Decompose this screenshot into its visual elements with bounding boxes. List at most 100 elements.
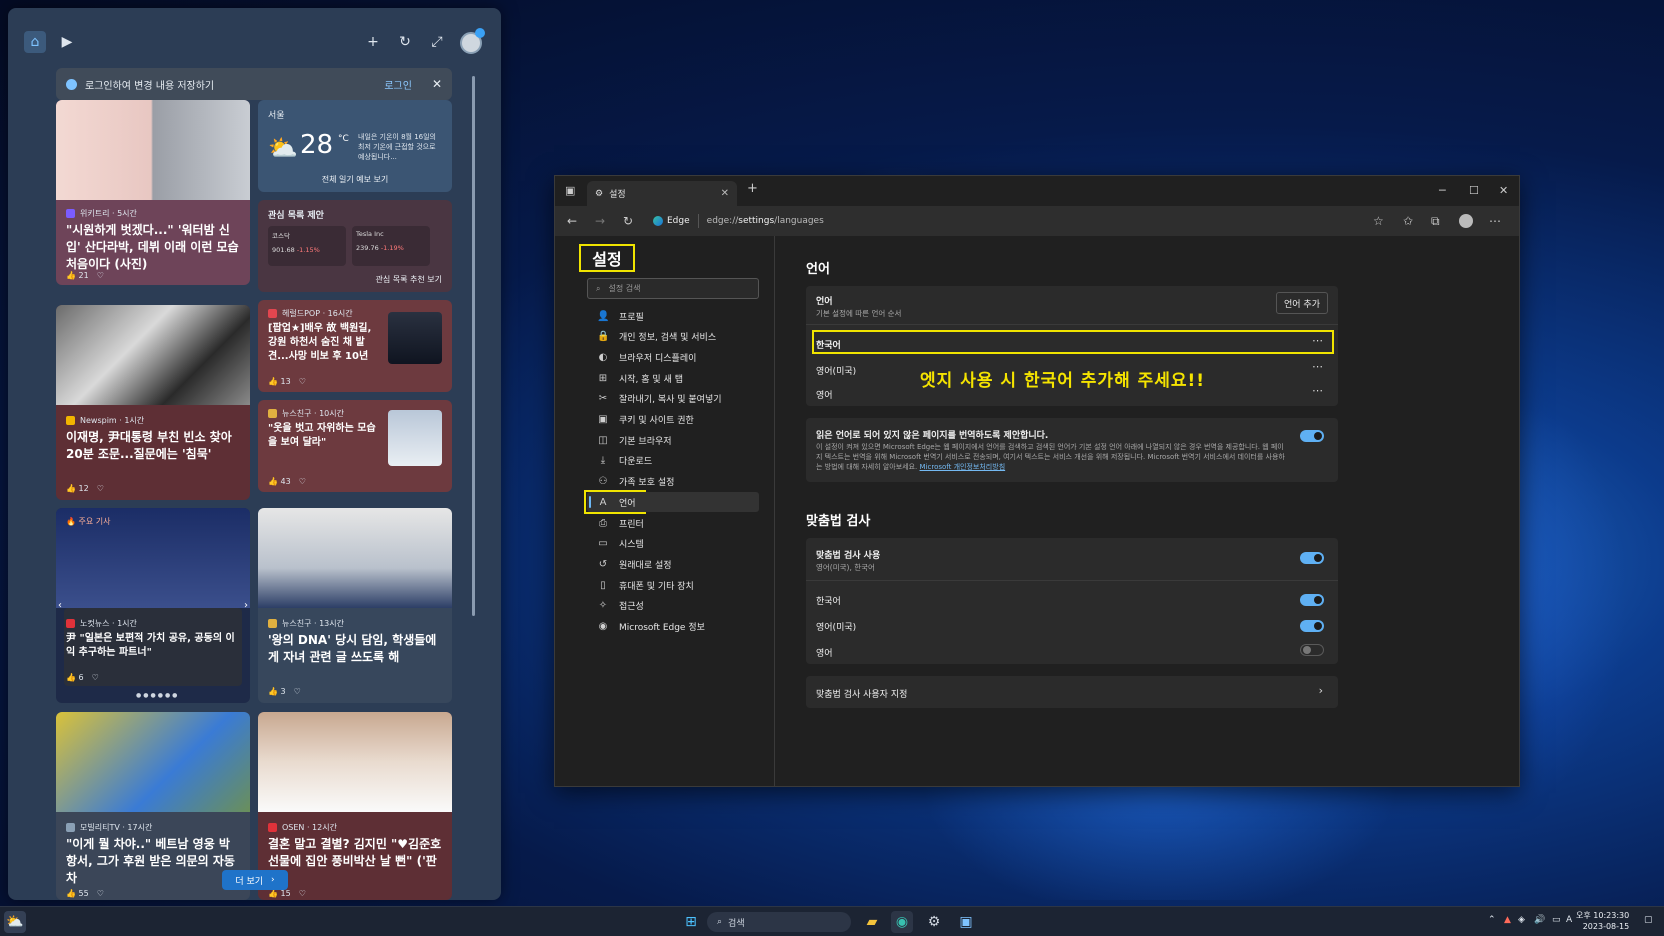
settings-app-icon[interactable]: ⚙ [923,911,945,933]
spellcheck-english-toggle[interactable] [1300,644,1324,656]
watchlist-button[interactable]: 관심 목록 추천 보기 [375,274,442,285]
photos-icon[interactable]: ▣ [955,911,977,933]
forward-icon[interactable]: → [595,214,605,228]
tab-actions-icon[interactable]: ▣ [565,184,575,197]
tray-overflow-icon[interactable]: ⌃ [1488,915,1496,925]
news-card[interactable]: 헤럴드POP · 16시간 [팝업★]배우 故 백원길, 강원 하천서 숨진 채… [258,300,452,392]
sidebar-item[interactable]: A 언어 [587,492,759,513]
new-tab-icon[interactable]: + [747,181,758,196]
privacy-link[interactable]: Microsoft 개인정보처리방침 [920,463,1006,471]
collections-icon[interactable]: ⧉ [1431,214,1440,229]
minimize-icon[interactable]: ─ [1439,184,1446,197]
news-headline[interactable]: "이게 뭘 차야.." 베트남 영웅 박항서, 그가 후원 받은 의문의 자동차 [66,836,240,887]
news-headline[interactable]: "시원하게 벗겠다..." '워터밤 신입' 산다라박, 데뷔 이래 이런 모습… [66,222,240,273]
notification-icon[interactable]: ▢ [1644,915,1653,925]
favorites-icon[interactable]: ✩ [1403,214,1413,228]
add-widget-icon[interactable]: + [362,31,384,53]
carousel-dots[interactable]: ●●●●●● [136,692,179,699]
start-icon[interactable]: ⊞ [680,911,702,933]
video-icon[interactable]: ▶ [56,31,78,53]
clock[interactable]: 오후 10:23:30 2023-08-15 [1576,910,1629,932]
news-headline[interactable]: "옷을 벗고 자위하는 모습을 보여 달라" [268,422,382,450]
spellcheck-korean-toggle[interactable] [1300,594,1324,606]
forecast-button[interactable]: 전체 일기 예보 보기 [258,174,452,185]
file-explorer-icon[interactable]: ▰ [861,911,883,933]
more-menu-icon[interactable]: ⋯ [1489,214,1501,228]
news-headline[interactable]: 이재명, 尹대통령 부친 빈소 찾아 20분 조문...질문에는 '침묵' [66,429,240,463]
sidebar-item[interactable]: ⎙ 프린터 [587,513,759,533]
like-count[interactable]: 👍 55 ♡ [66,888,104,899]
news-card[interactable]: 뉴스친구 · 10시간 "옷을 벗고 자위하는 모습을 보여 달라" 👍 43 … [258,400,452,492]
close-icon[interactable]: ✕ [432,77,442,91]
tray-app-icon[interactable]: ▲ [1504,915,1511,925]
network-icon[interactable]: ▭ [1552,915,1561,925]
top-story-card[interactable]: 🔥 주요 기사 노컷뉴스 · 1시간 尹 "일본은 보편적 가치 공유, 공동의… [56,508,250,703]
back-icon[interactable]: ← [567,214,577,228]
like-count[interactable]: 👍 13 ♡ [268,376,306,387]
sidebar-item[interactable]: ⤓ 다운로드 [587,451,759,471]
sidebar-item[interactable]: ▣ 쿠키 및 사이트 권한 [587,410,759,430]
weather-widget[interactable]: 서울 ⛅ 28 °C 내일은 기온이 8월 16일의 최저 기온에 근접할 것으… [258,100,452,192]
add-language-button[interactable]: 언어 추가 [1276,292,1328,314]
sidebar-item[interactable]: 🔒 개인 정보, 검색 및 서비스 [587,327,759,347]
more-options-icon[interactable]: ⋯ [1312,360,1324,373]
profile-avatar[interactable] [1459,214,1473,228]
spellcheck-custom-panel[interactable]: 맞춤법 검사 사용자 지정 › [806,676,1338,708]
like-count[interactable]: 👍 43 ♡ [268,476,306,487]
url-field[interactable]: Edge edge://settings/languages [653,211,824,231]
sidebar-item[interactable]: ⊞ 시작, 홈 및 새 탭 [587,368,759,388]
settings-search-input[interactable]: ⌕ 설정 검색 [587,278,759,299]
watchlist-widget[interactable]: 관심 목록 제안 코스닥 901.68 -1.15% Tesla Inc 239… [258,200,452,292]
scrollbar[interactable] [472,76,475,616]
sidebar-item[interactable]: ✧ 접근성 [587,596,759,616]
news-headline[interactable]: 尹 "일본은 보편적 가치 공유, 공동의 이익 추구하는 파트너" [66,632,240,660]
tab-settings[interactable]: ⚙ 설정 ✕ [587,181,737,206]
like-count[interactable]: 👍 12 ♡ [66,483,104,494]
sidebar-item[interactable]: ✂ 잘라내기, 복사 및 붙여넣기 [587,389,759,409]
stock-tile[interactable]: 코스닥 901.68 -1.15% [268,226,346,266]
refresh-icon[interactable]: ↻ [394,31,416,53]
carousel-next-icon[interactable]: › [244,600,248,611]
sidebar-item[interactable]: ↺ 원래대로 설정 [587,554,759,574]
taskbar-search[interactable]: ⌕ 검색 [707,912,851,932]
like-count[interactable]: 👍 3 ♡ [268,686,301,697]
news-headline[interactable]: [팝업★]배우 故 백원길, 강원 하천서 숨진 채 발견...사망 비보 후 … [268,322,382,364]
spellcheck-custom-label[interactable]: 맞춤법 검사 사용자 지정 [816,687,907,700]
like-count[interactable]: 👍 6 ♡ [66,672,99,683]
volume-icon[interactable]: 🔊 [1534,915,1545,925]
expand-icon[interactable]: ⤢ [426,31,448,53]
maximize-icon[interactable]: ☐ [1469,184,1479,197]
home-icon[interactable]: ⌂ [24,31,46,53]
more-button[interactable]: 더 보기 › [222,870,288,890]
edge-icon[interactable]: ◉ [891,911,913,933]
news-card[interactable]: 뉴스친구 · 13시간 '왕의 DNA' 당시 담임, 학생들에게 자녀 관련 … [258,508,452,703]
carousel-prev-icon[interactable]: ‹ [58,600,62,611]
chevron-right-icon[interactable]: › [1319,684,1324,697]
stock-tile[interactable]: Tesla Inc 239.76 -1.19% [352,226,430,266]
news-card[interactable]: Newspim · 1시간 이재명, 尹대통령 부친 빈소 찾아 20분 조문.… [56,305,250,500]
like-count[interactable]: 👍 21 ♡ [66,270,104,281]
signin-link[interactable]: 로그인 [384,77,412,92]
sidebar-item[interactable]: ◫ 기본 브라우저 [587,430,759,450]
sidebar-item[interactable]: ◐ 브라우저 디스플레이 [587,347,759,367]
favorite-add-icon[interactable]: ☆ [1373,214,1384,228]
refresh-icon[interactable]: ↻ [623,214,633,228]
close-tab-icon[interactable]: ✕ [721,188,729,199]
tray-app2-icon[interactable]: ◈ [1518,915,1525,925]
weather-city[interactable]: 서울 [268,108,285,121]
sidebar-item[interactable]: 👤 프로필 [587,306,759,326]
sidebar-item[interactable]: ◉ Microsoft Edge 정보 [587,617,759,637]
weather-widget-icon[interactable]: ⛅ [4,911,26,933]
sidebar-item[interactable]: ▭ 시스템 [587,534,759,554]
sidebar-item[interactable]: ▯ 휴대폰 및 기타 장치 [587,575,759,595]
more-options-icon[interactable]: ⋯ [1312,384,1324,397]
spellcheck-toggle[interactable] [1300,552,1324,564]
sidebar-item[interactable]: ⚇ 가족 보호 설정 [587,472,759,492]
translate-toggle[interactable] [1300,430,1324,442]
close-window-icon[interactable]: ✕ [1499,184,1508,197]
news-headline[interactable]: '왕의 DNA' 당시 담임, 학생들에게 자녀 관련 글 쓰도록 해 [268,632,442,666]
news-card[interactable]: 위키트리 · 5시간 "시원하게 벗겠다..." '워터밤 신입' 산다라박, … [56,100,250,285]
ime-indicator[interactable]: A [1566,915,1572,925]
spellcheck-english-us-toggle[interactable] [1300,620,1324,632]
news-headline[interactable]: 결혼 말고 결별? 김지민 "♥김준호 선물에 집안 풍비박산 날 뻔" ('판… [268,836,442,887]
